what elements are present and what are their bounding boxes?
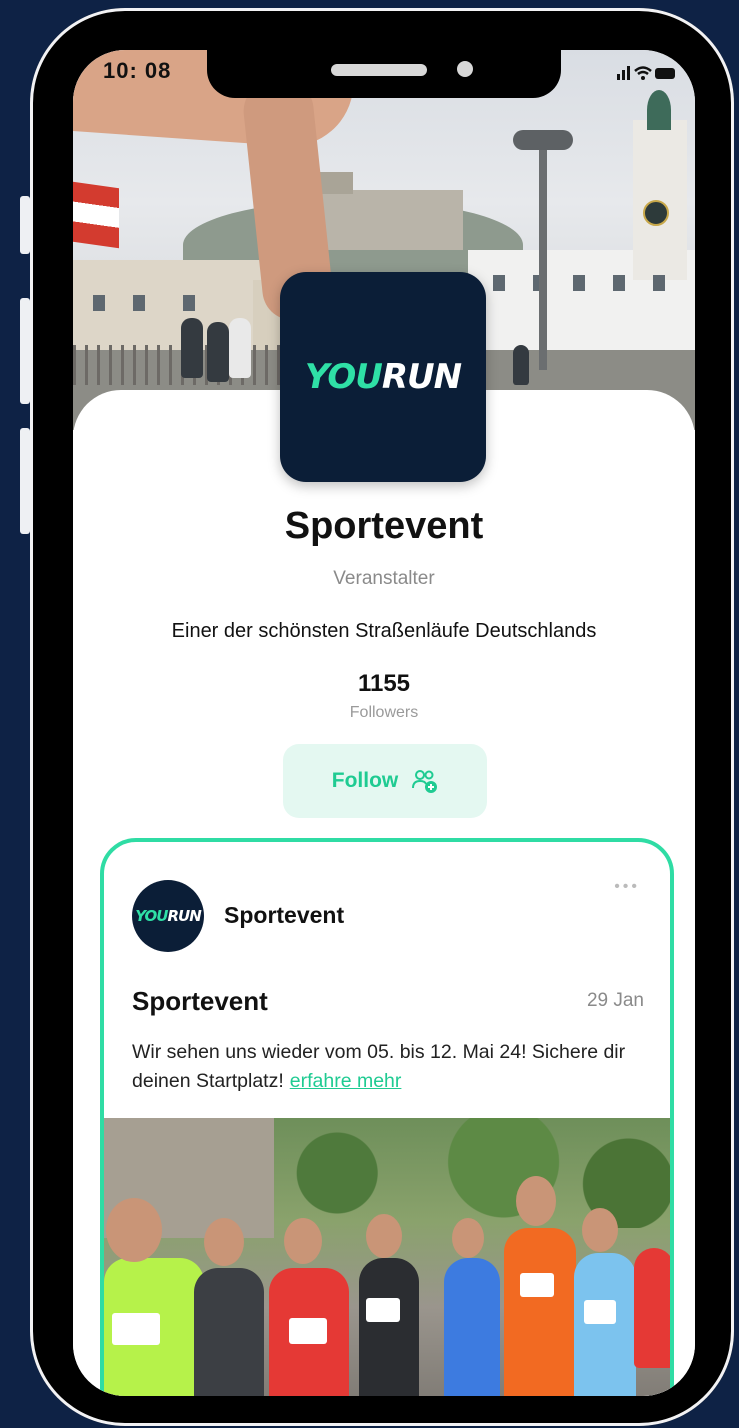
volume-down-button xyxy=(20,428,30,534)
read-more-link[interactable]: erfahre mehr xyxy=(290,1070,402,1092)
tower-clock xyxy=(643,200,669,226)
austrian-flag xyxy=(73,181,119,249)
runner-head xyxy=(582,1208,618,1252)
runner xyxy=(359,1258,419,1396)
runner-head xyxy=(204,1218,244,1266)
runner-head xyxy=(284,1218,322,1264)
window xyxy=(493,275,505,291)
mute-switch xyxy=(20,196,30,254)
follow-label: Follow xyxy=(331,769,399,792)
front-camera xyxy=(457,61,473,77)
pedestrian xyxy=(207,322,229,382)
volume-up-button xyxy=(20,298,30,404)
runner xyxy=(194,1268,264,1396)
pedestrian xyxy=(181,318,203,378)
runner-head xyxy=(516,1176,556,1226)
race-bib xyxy=(584,1300,616,1324)
runner-head xyxy=(452,1218,484,1258)
organizer-logo: YOURUN xyxy=(280,272,486,482)
window xyxy=(573,275,585,291)
app-screen: 10: 08 YOURUN Sportevent Veranstalter Ei… xyxy=(73,50,695,1396)
add-user-icon xyxy=(412,770,438,793)
race-bib xyxy=(366,1298,400,1322)
profile-name: Sportevent xyxy=(284,505,484,547)
runner-head xyxy=(106,1198,162,1262)
pedestrian xyxy=(513,345,529,385)
status-time: 10: 08 xyxy=(103,58,172,83)
street-lamp xyxy=(539,130,547,370)
post-text: Wir sehen uns wieder vom 05. bis 12. Mai… xyxy=(132,1038,652,1096)
window xyxy=(183,295,195,311)
signal-wifi-battery-icon xyxy=(617,66,675,80)
profile-description: Einer der schönsten Straßenläufe Deutsch… xyxy=(171,620,597,642)
logo-wordmark: YOURUN xyxy=(304,357,462,397)
profile-role: Veranstalter xyxy=(333,568,435,589)
more-options-icon[interactable]: ••• xyxy=(614,878,640,896)
followers-count: 1155 xyxy=(357,670,411,697)
avatar-wordmark: YOURUN xyxy=(135,907,202,925)
post-date: 29 Jan xyxy=(586,990,644,1011)
lamp-head xyxy=(513,130,573,150)
post-photo[interactable] xyxy=(104,1118,670,1396)
race-bib xyxy=(520,1273,554,1297)
runner xyxy=(504,1228,576,1396)
post-title: Sportevent xyxy=(132,986,268,1016)
runner xyxy=(574,1253,636,1396)
pedestrian xyxy=(229,318,251,378)
notch xyxy=(207,50,561,98)
runner xyxy=(634,1248,670,1368)
post-author[interactable]: Sportevent xyxy=(224,902,344,929)
race-bib xyxy=(289,1318,327,1344)
tower-dome xyxy=(647,90,671,130)
window xyxy=(93,295,105,311)
followers-label: Followers xyxy=(349,704,419,721)
post-avatar[interactable]: YOURUN xyxy=(132,880,204,952)
runner xyxy=(444,1258,500,1396)
window xyxy=(133,295,145,311)
speaker-grille xyxy=(331,64,427,76)
post-card[interactable]: YOURUN Sportevent ••• Sportevent 29 Jan … xyxy=(100,838,674,1396)
window xyxy=(613,275,625,291)
follow-button[interactable]: Follow xyxy=(283,744,487,818)
race-bib xyxy=(112,1313,160,1345)
window xyxy=(653,275,665,291)
status-icons xyxy=(617,62,677,88)
runner-head xyxy=(366,1214,402,1258)
